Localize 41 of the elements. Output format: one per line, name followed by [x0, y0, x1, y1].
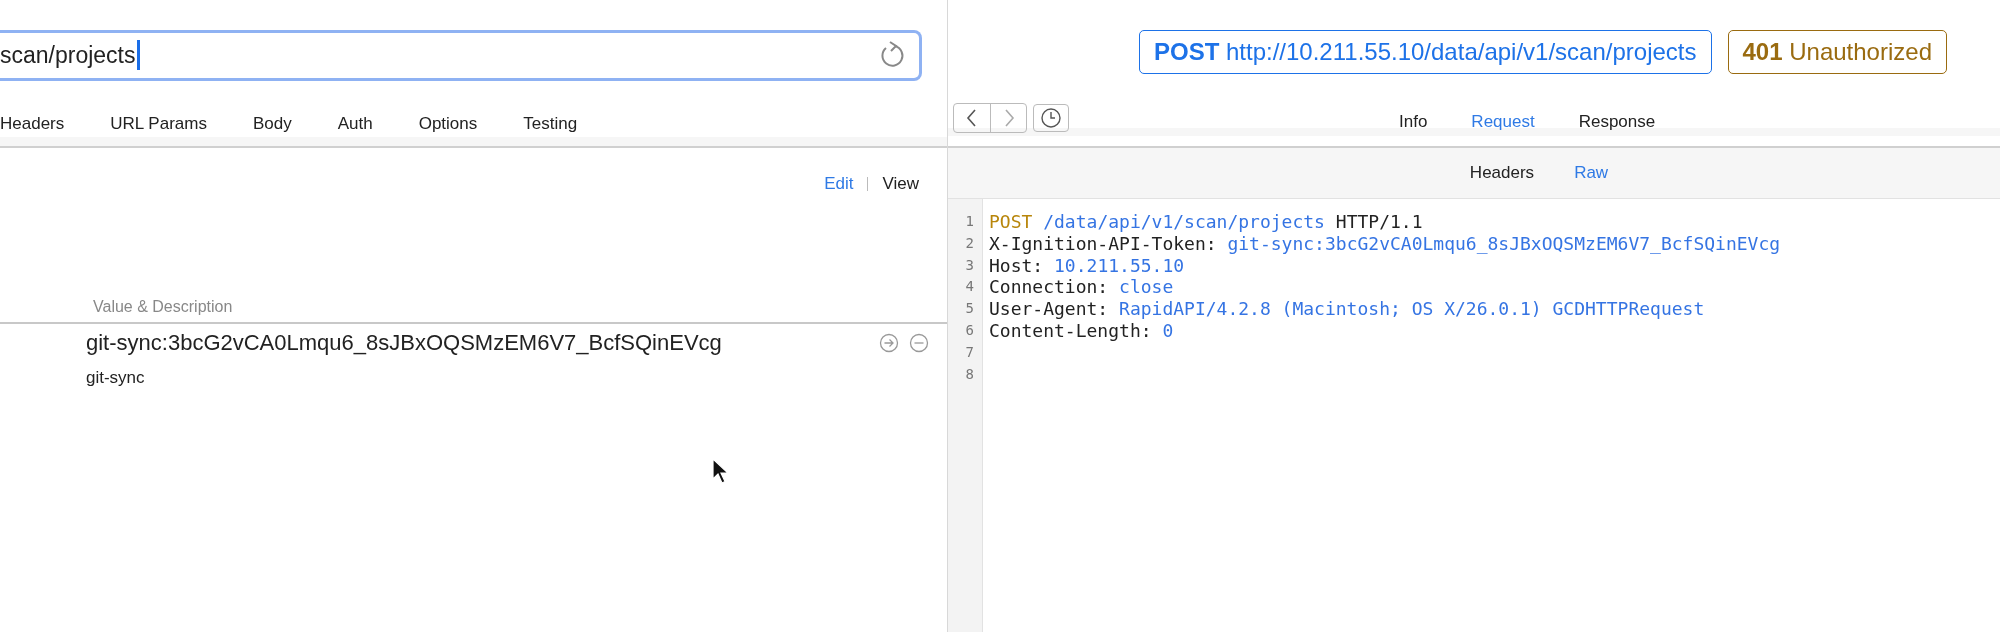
mode-tab[interactable]: Edit	[824, 174, 854, 194]
code-line: Host: 10.211.55.10	[989, 254, 1185, 276]
line-number: 6	[964, 321, 975, 340]
code-line: User-Agent: RapidAPI/4.2.8 (Macintosh; OS X/26.0.1) GCDHTTPRequest	[989, 298, 1705, 320]
line-number: 3	[964, 255, 975, 275]
editor-tab[interactable]: Options	[418, 110, 478, 137]
editor-tab[interactable]: URL Params	[110, 110, 207, 137]
header-description: git-sync	[86, 368, 146, 388]
line-number: 8	[964, 364, 975, 384]
format-tab[interactable]: Headers	[1469, 163, 1535, 183]
code-line: X-Ignition-API-Token: git-sync:3bcG2vCA0Lmqu6_8sJBxOQSMzEM6V7_BcfSQinEVcg	[989, 232, 1781, 254]
reload-icon[interactable]	[879, 41, 905, 70]
url-field[interactable]: scan/projects	[0, 30, 922, 81]
response-tab[interactable]: Response	[1578, 112, 1656, 132]
line-number: 4	[964, 277, 975, 297]
column-header: Value & Description	[93, 298, 233, 315]
editor-tab[interactable]: Body	[252, 110, 292, 137]
line-number: 7	[964, 342, 975, 362]
format-tab[interactable]: Raw	[1574, 163, 1609, 183]
line-number: 1	[964, 212, 975, 231]
code-line: Content-Length: 0	[989, 320, 1174, 341]
line-number: 2	[964, 233, 975, 253]
remove-icon[interactable]	[909, 333, 929, 353]
code-line: POST /data/api/v1/scan/projects HTTP/1.1	[989, 211, 1423, 232]
code-line: Connection: close	[989, 276, 1174, 298]
editor-tab[interactable]: Testing	[523, 110, 578, 137]
arrow-circle-icon[interactable]	[879, 333, 899, 353]
status-badge: 401 Unauthorized	[1727, 30, 1947, 74]
response-tab[interactable]: Request	[1471, 112, 1535, 132]
history-button[interactable]	[1033, 104, 1069, 132]
chevron-left-icon	[965, 108, 979, 128]
request-url-badge: POST http://10.211.55.10/data/api/v1/scan/projects	[1138, 30, 1712, 74]
clock-icon	[1040, 107, 1062, 129]
url-text: scan/projects	[0, 41, 136, 69]
mouse-pointer-icon	[712, 458, 730, 484]
editor-tab[interactable]: Auth	[337, 110, 373, 137]
header-value: git-sync:3bcG2vCA0Lmqu6_8sJBxOQSMzEM6V7_BcfSQinEVcg	[86, 330, 722, 356]
response-tab[interactable]: Info	[1399, 112, 1428, 132]
mode-tab[interactable]: View	[882, 174, 919, 194]
editor-tab[interactable]: Headers	[0, 110, 65, 137]
line-number: 5	[964, 299, 975, 319]
